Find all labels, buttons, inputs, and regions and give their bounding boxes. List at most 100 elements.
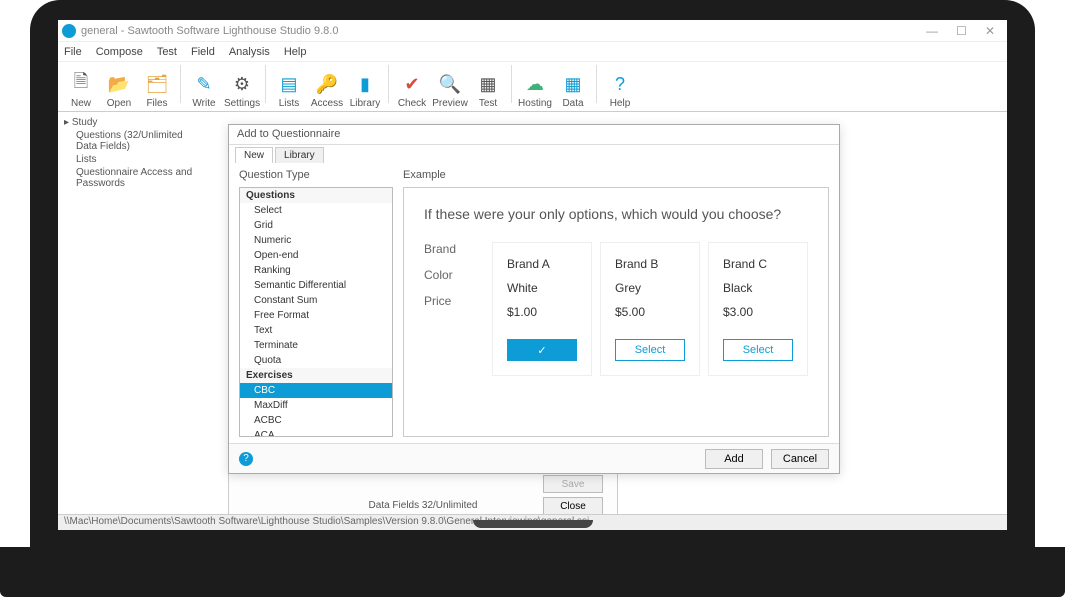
group-header: Exercises — [240, 368, 392, 383]
cbc-color: Grey — [615, 281, 685, 295]
tree-item[interactable]: Lists — [64, 153, 202, 166]
add-button[interactable]: Add — [705, 449, 763, 469]
cbc-brand: Brand A — [507, 257, 577, 271]
app-icon — [62, 24, 76, 38]
data-button[interactable]: ▦Data — [556, 70, 590, 109]
laptop-base — [0, 547, 1065, 597]
laptop-trackpad — [473, 520, 593, 528]
example-question: If these were your only options, which w… — [424, 206, 808, 222]
toolbar-label: Check — [398, 98, 426, 109]
settings-button[interactable]: ⚙Settings — [225, 70, 259, 109]
menu-analysis[interactable]: Analysis — [229, 46, 270, 58]
check-button[interactable]: ✔Check — [395, 70, 429, 109]
cbc-color: White — [507, 281, 577, 295]
cbc-attr-label: Price — [424, 294, 484, 308]
question-type-item[interactable]: Numeric — [240, 233, 392, 248]
example-preview: If these were your only options, which w… — [403, 187, 829, 437]
library-button[interactable]: ▮Library — [348, 70, 382, 109]
toolbar-label: Lists — [279, 98, 300, 109]
new-button[interactable]: 🗎New — [64, 70, 98, 109]
lists-icon: ▤ — [280, 70, 297, 98]
toolbar-label: Write — [192, 98, 215, 109]
settings-icon: ⚙ — [234, 70, 250, 98]
minimize-button[interactable]: — — [926, 24, 938, 38]
titlebar-text: general - Sawtooth Software Lighthouse S… — [81, 25, 338, 37]
titlebar: general - Sawtooth Software Lighthouse S… — [58, 20, 1007, 42]
tree-item[interactable]: Questionnaire Access and Passwords — [64, 166, 202, 190]
menu-field[interactable]: Field — [191, 46, 215, 58]
toolbar-label: Access — [311, 98, 343, 109]
data-icon: ▦ — [564, 70, 581, 98]
menu-test[interactable]: Test — [157, 46, 177, 58]
hosting-button[interactable]: ☁Hosting — [518, 70, 552, 109]
cancel-button[interactable]: Cancel — [771, 449, 829, 469]
menubar[interactable]: File Compose Test Field Analysis Help — [58, 42, 1007, 62]
preview-button[interactable]: 🔍Preview — [433, 70, 467, 109]
tab-library[interactable]: Library — [275, 147, 324, 163]
question-type-item[interactable]: Text — [240, 323, 392, 338]
question-type-item[interactable]: Select — [240, 203, 392, 218]
question-type-item[interactable]: Grid — [240, 218, 392, 233]
question-type-item[interactable]: Open-end — [240, 248, 392, 263]
cbc-select-button[interactable]: Select — [615, 339, 685, 361]
cbc-option: Brand CBlack$3.00Select — [708, 242, 808, 376]
question-type-item[interactable]: Terminate — [240, 338, 392, 353]
app-window: general - Sawtooth Software Lighthouse S… — [58, 20, 1007, 530]
open-button[interactable]: 📂Open — [102, 70, 136, 109]
toolbar-label: Help — [610, 98, 631, 109]
tree-item[interactable]: Questions (32/Unlimited Data Fields) — [64, 129, 202, 153]
tree-root[interactable]: ▸ Study — [64, 116, 202, 129]
toolbar: 🗎New📂Open🗂Files✎Write⚙Settings▤Lists🔑Acc… — [58, 62, 1007, 112]
menu-help[interactable]: Help — [284, 46, 307, 58]
question-type-item[interactable]: Semantic Differential — [240, 278, 392, 293]
dialog-title: Add to Questionnaire — [229, 125, 839, 145]
test-button[interactable]: ▦Test — [471, 70, 505, 109]
toolbar-label: Settings — [224, 98, 260, 109]
question-type-item[interactable]: Ranking — [240, 263, 392, 278]
menu-file[interactable]: File — [64, 46, 82, 58]
question-type-list[interactable]: QuestionsSelectGridNumericOpen-endRankin… — [239, 187, 393, 437]
toolbar-label: Files — [146, 98, 167, 109]
files-icon: 🗂 — [146, 70, 169, 98]
close-button[interactable]: ✕ — [985, 24, 995, 38]
question-type-item[interactable]: ACA — [240, 428, 392, 437]
question-type-item[interactable]: Constant Sum — [240, 293, 392, 308]
tab-new[interactable]: New — [235, 147, 273, 163]
cbc-option: Brand AWhite$1.00✓ — [492, 242, 592, 376]
group-header: Questions — [240, 188, 392, 203]
toolbar-label: Test — [479, 98, 497, 109]
cbc-price: $5.00 — [615, 305, 685, 319]
question-type-item[interactable]: CBC — [240, 383, 392, 398]
new-icon: 🗎 — [74, 70, 88, 98]
toolbar-label: Library — [350, 98, 381, 109]
help-dialog-icon[interactable]: ? — [239, 452, 253, 466]
toolbar-label: Open — [107, 98, 131, 109]
access-icon: 🔑 — [316, 70, 338, 98]
preview-icon: 🔍 — [439, 70, 461, 98]
write-button[interactable]: ✎Write — [187, 70, 221, 109]
cbc-select-button[interactable]: ✓ — [507, 339, 577, 361]
cbc-attr-label: Color — [424, 268, 484, 282]
tree-view[interactable]: ▸ Study Questions (32/Unlimited Data Fie… — [58, 112, 208, 514]
files-button[interactable]: 🗂Files — [140, 70, 174, 109]
help-button[interactable]: ?Help — [603, 70, 637, 109]
check-icon: ✔ — [404, 70, 419, 98]
question-type-item[interactable]: Quota — [240, 353, 392, 368]
save-button[interactable]: Save — [543, 475, 603, 493]
access-button[interactable]: 🔑Access — [310, 70, 344, 109]
cbc-select-button[interactable]: Select — [723, 339, 793, 361]
lists-button[interactable]: ▤Lists — [272, 70, 306, 109]
question-type-item[interactable]: MaxDiff — [240, 398, 392, 413]
menu-compose[interactable]: Compose — [96, 46, 143, 58]
test-icon: ▦ — [479, 70, 496, 98]
close-panel-button[interactable]: Close — [543, 497, 603, 515]
question-type-label: Question Type — [239, 169, 393, 181]
maximize-button[interactable]: ☐ — [956, 24, 967, 38]
toolbar-label: Hosting — [518, 98, 552, 109]
library-icon: ▮ — [360, 70, 370, 98]
hosting-icon: ☁ — [526, 70, 544, 98]
question-type-item[interactable]: Free Format — [240, 308, 392, 323]
toolbar-label: New — [71, 98, 91, 109]
cbc-color: Black — [723, 281, 793, 295]
question-type-item[interactable]: ACBC — [240, 413, 392, 428]
